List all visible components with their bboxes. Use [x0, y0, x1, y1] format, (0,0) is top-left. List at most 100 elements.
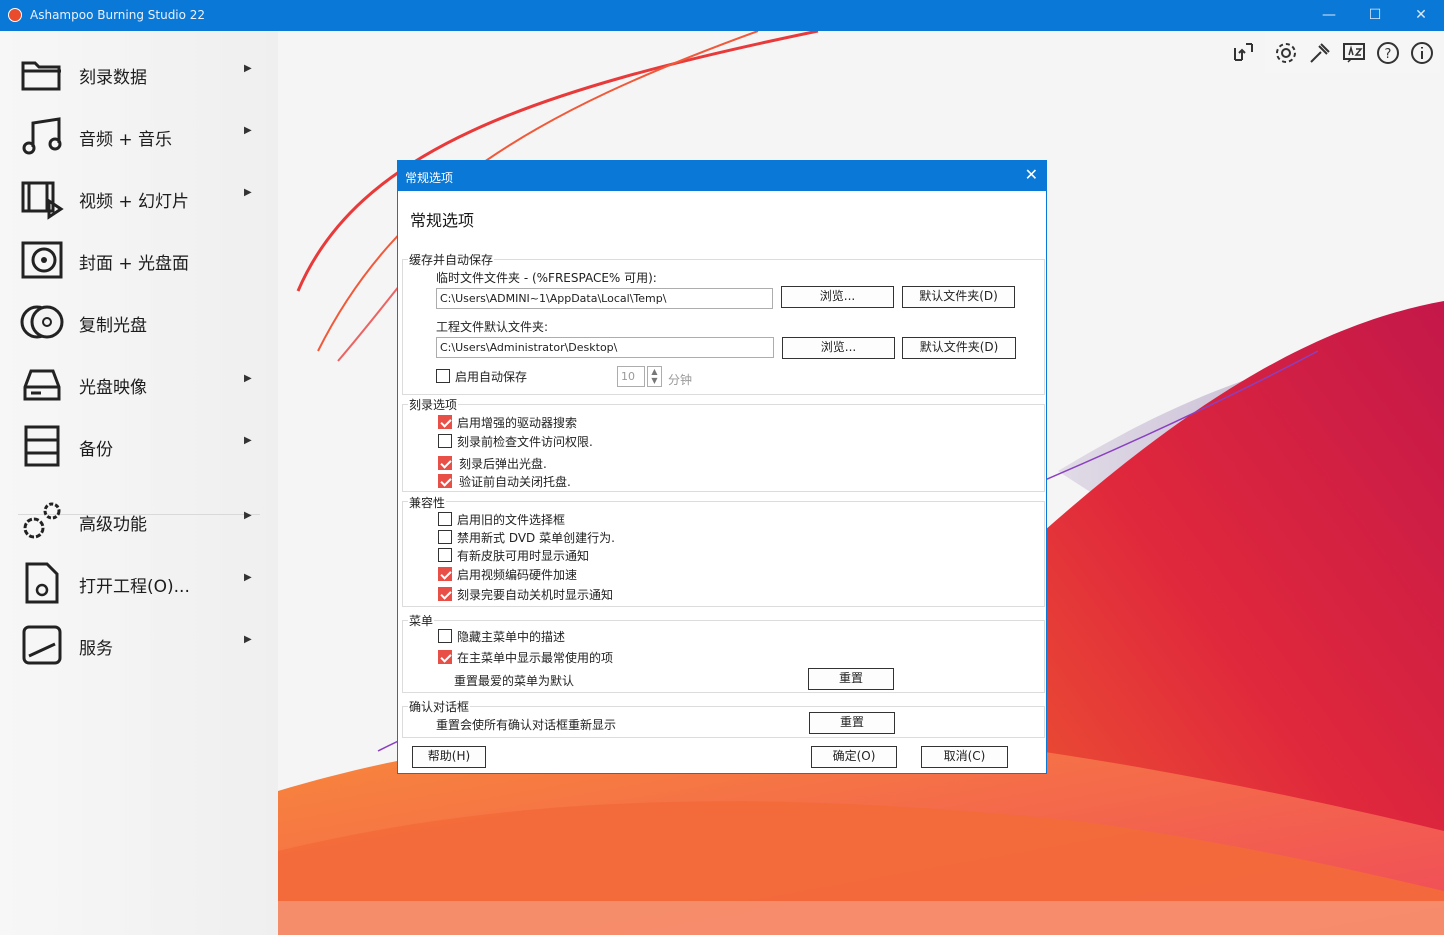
maximize-button[interactable]: ☐: [1352, 0, 1398, 31]
chevron-right-icon: ▶: [244, 63, 252, 74]
sidebar-item-burn-data[interactable]: 刻录数据 ▶: [0, 45, 278, 103]
language-icon[interactable]: [1341, 40, 1367, 70]
sidebar-item-cover[interactable]: 封面 + 光盘面: [0, 231, 278, 289]
chevron-right-icon: ▶: [244, 373, 252, 384]
check-file-access-checkbox[interactable]: [438, 434, 452, 448]
sidebar-item-label: 刻录数据: [79, 68, 147, 88]
sidebar-item-label: 音频 + 音乐: [79, 130, 173, 150]
general-options-dialog: 常规选项 ✕ 常规选项 缓存并自动保存 临时文件文件夹 - (%FRESPACE…: [397, 160, 1047, 774]
sidebar-item-label: 光盘映像: [79, 378, 147, 398]
film-icon: [21, 181, 64, 220]
disable-dvd-menu-checkbox[interactable]: [438, 530, 452, 544]
help-icon[interactable]: ?: [1375, 40, 1401, 70]
chevron-right-icon: ▶: [244, 187, 252, 198]
reset-confirm-button[interactable]: 重置: [809, 712, 895, 734]
sidebar-item-backup[interactable]: 备份 ▶: [0, 417, 278, 475]
info-icon[interactable]: [1409, 40, 1435, 70]
minimize-button[interactable]: —: [1306, 0, 1352, 31]
chevron-right-icon: ▶: [244, 125, 252, 136]
checkbox-label: 刻录后弹出光盘.: [459, 457, 547, 471]
sidebar-item-open-project[interactable]: 打开工程(O)... ▶: [0, 554, 278, 612]
sidebar-item-service[interactable]: 服务 ▶: [0, 616, 278, 674]
chevron-right-icon: ▶: [244, 435, 252, 446]
backup-icon: [24, 425, 60, 467]
checkbox-label: 在主菜单中显示最常使用的项: [457, 651, 614, 665]
disc-cover-icon: [21, 241, 63, 279]
reset-confirm-label: 重置会使所有确认对话框重新显示: [436, 718, 617, 732]
sidebar-item-copy-disc[interactable]: 复制光盘: [0, 293, 278, 351]
old-file-dialog-checkbox[interactable]: [438, 512, 452, 526]
hammer-icon[interactable]: [1307, 40, 1333, 70]
checkbox-label: 启用增强的驱动器搜索: [457, 416, 578, 430]
title-bar: Ashampoo Burning Studio 22 — ☐ ✕: [0, 0, 1444, 31]
sidebar-item-label: 复制光盘: [79, 316, 147, 336]
default-project-folder-button[interactable]: 默认文件夹(D): [902, 337, 1016, 359]
sidebar-item-label: 高级功能: [79, 515, 147, 535]
checkbox-label: 启用视频编码硬件加速: [457, 568, 578, 582]
temp-folder-label: 临时文件文件夹 - (%FRESPACE% 可用):: [436, 271, 657, 285]
drive-icon: [23, 369, 61, 401]
sidebar-item-advanced[interactable]: 高级功能 ▶: [0, 492, 278, 550]
sidebar-item-disc-image[interactable]: 光盘映像 ▶: [0, 355, 278, 413]
eject-after-burn-checkbox[interactable]: [438, 456, 452, 470]
app-icon: [8, 8, 22, 22]
chevron-right-icon: ▶: [244, 510, 252, 521]
dialog-title: 常规选项: [405, 171, 454, 185]
sort-icon[interactable]: [1230, 40, 1256, 70]
chevron-right-icon: ▶: [244, 634, 252, 645]
minutes-label: 分钟: [668, 373, 693, 387]
copy-disc-icon: [20, 305, 64, 339]
autosave-stepper[interactable]: ▲ ▼: [647, 366, 662, 387]
show-frequent-items-checkbox[interactable]: [438, 650, 452, 664]
sidebar-item-label: 备份: [79, 440, 113, 460]
autosave-label: 启用自动保存: [455, 370, 528, 384]
window-title: Ashampoo Burning Studio 22: [30, 8, 206, 22]
checkbox-label: 隐藏主菜单中的描述: [457, 630, 566, 644]
ok-button[interactable]: 确定(O): [811, 746, 897, 768]
enhanced-drive-search-checkbox[interactable]: [438, 415, 452, 429]
compatibility-label: 兼容性: [408, 494, 447, 511]
project-folder-input[interactable]: C:\Users\Administrator\Desktop\: [436, 337, 774, 358]
close-window-button[interactable]: ✕: [1398, 0, 1444, 31]
checkbox-label: 刻录前检查文件访问权限.: [457, 435, 593, 449]
sidebar-item-video[interactable]: 视频 + 幻灯片 ▶: [0, 169, 278, 227]
sidebar: 刻录数据 ▶ 音频 + 音乐 ▶ 视频 + 幻灯片 ▶ 封面 + 光盘面 复制光…: [0, 31, 278, 935]
sidebar-item-label: 视频 + 幻灯片: [79, 192, 190, 212]
project-folder-label: 工程文件默认文件夹:: [436, 320, 549, 334]
service-icon: [22, 625, 62, 665]
new-skin-notify-checkbox[interactable]: [438, 548, 452, 562]
chevron-right-icon: ▶: [244, 572, 252, 583]
cache-group-label: 缓存并自动保存: [408, 251, 495, 268]
help-button[interactable]: 帮助(H): [412, 746, 486, 768]
close-icon[interactable]: ✕: [1025, 165, 1038, 184]
browse-temp-button[interactable]: 浏览...: [781, 286, 894, 308]
cancel-button[interactable]: 取消(C): [921, 746, 1008, 768]
checkbox-label: 启用旧的文件选择框: [457, 513, 566, 527]
reset-favorites-button[interactable]: 重置: [808, 668, 894, 690]
hw-acceleration-checkbox[interactable]: [438, 567, 452, 581]
dialog-title-bar: 常规选项 ✕: [398, 161, 1046, 191]
checkbox-label: 刻录完要自动关机时显示通知: [457, 588, 614, 602]
browse-project-button[interactable]: 浏览...: [782, 337, 895, 359]
shutdown-notify-checkbox[interactable]: [438, 587, 452, 601]
sidebar-item-label: 服务: [79, 639, 113, 659]
hide-descriptions-checkbox[interactable]: [438, 629, 452, 643]
sidebar-item-label: 打开工程(O)...: [79, 577, 190, 597]
temp-folder-input[interactable]: C:\Users\ADMINI~1\AppData\Local\Temp\: [436, 288, 773, 309]
confirm-dialog-label: 确认对话框: [408, 698, 471, 715]
dialog-heading: 常规选项: [410, 211, 475, 230]
menu-group-label: 菜单: [408, 612, 435, 629]
default-temp-folder-button[interactable]: 默认文件夹(D): [902, 286, 1015, 308]
sidebar-item-audio[interactable]: 音频 + 音乐 ▶: [0, 107, 278, 165]
project-file-icon: [25, 562, 59, 604]
autosave-checkbox[interactable]: [436, 369, 450, 383]
music-note-icon: [22, 117, 62, 155]
checkbox-label: 验证前自动关闭托盘.: [459, 475, 571, 489]
checkbox-label: 有新皮肤可用时显示通知: [457, 549, 590, 563]
autosave-minutes-input[interactable]: 10: [617, 366, 645, 387]
sidebar-item-label: 封面 + 光盘面: [79, 254, 190, 274]
gear-icon[interactable]: [1273, 40, 1299, 70]
gears-icon: [23, 502, 61, 539]
svg-text:?: ?: [1385, 47, 1392, 62]
close-tray-before-verify-checkbox[interactable]: [438, 474, 452, 488]
